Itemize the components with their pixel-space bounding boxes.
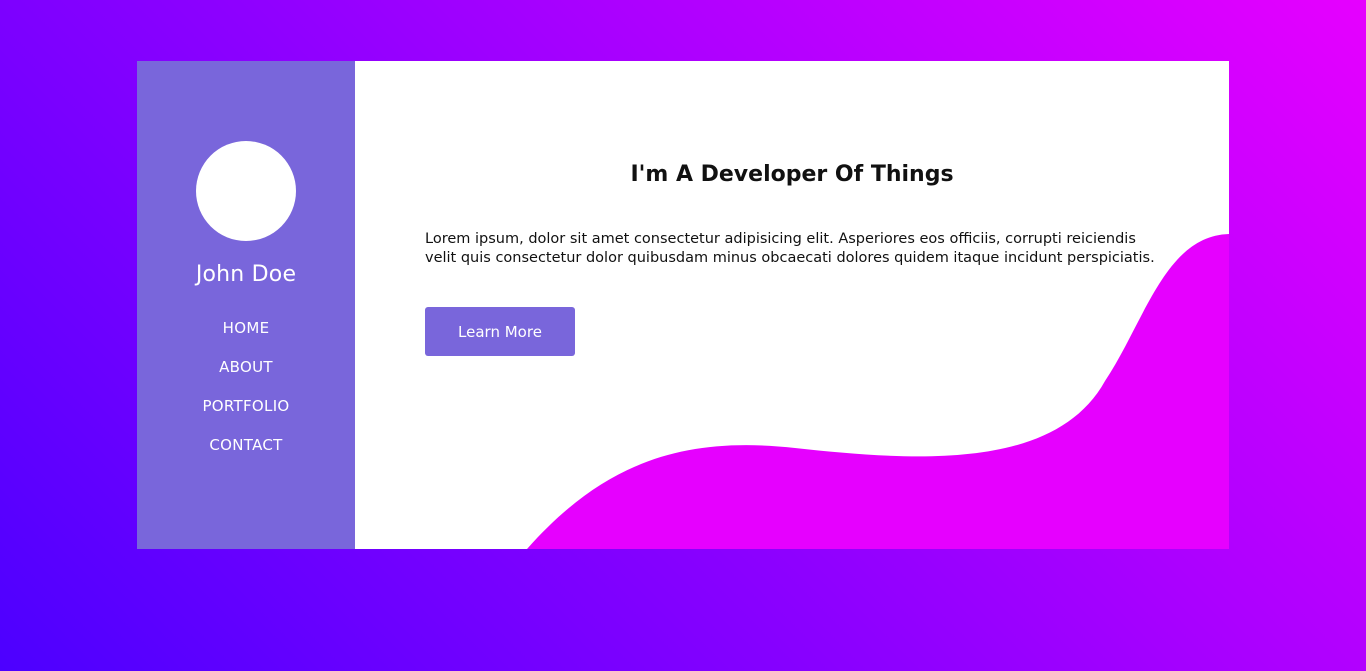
profile-name: John Doe [195,262,297,287]
sidebar-nav: HOME ABOUT PORTFOLIO CONTACT [137,317,355,473]
main-content: I'm A Developer Of Things Lorem ipsum, d… [355,61,1229,549]
hero-headline: I'm A Developer Of Things [630,162,954,187]
learn-more-button[interactable]: Learn More [425,307,575,356]
nav-item-home[interactable]: HOME [137,317,355,356]
hero-paragraph: Lorem ipsum, dolor sit amet consectetur … [425,231,1155,266]
sidebar: John Doe HOME ABOUT PORTFOLIO CONTACT [137,61,355,549]
avatar [196,141,296,241]
profile-card: John Doe HOME ABOUT PORTFOLIO CONTACT I'… [137,61,1229,549]
nav-item-portfolio[interactable]: PORTFOLIO [137,395,355,434]
nav-item-contact[interactable]: CONTACT [137,434,355,473]
nav-item-about[interactable]: ABOUT [137,356,355,395]
decorative-wave [527,234,1229,549]
